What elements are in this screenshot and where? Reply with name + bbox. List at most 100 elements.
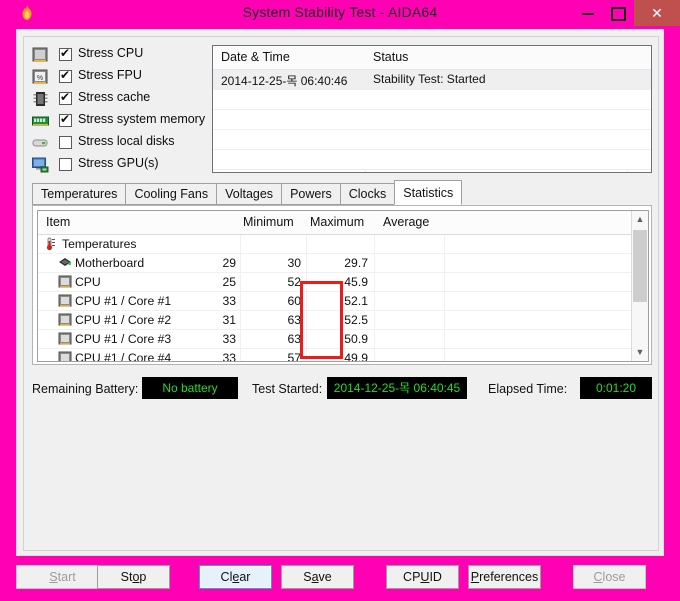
cpu-chip-icon	[58, 294, 73, 308]
stress-system-memory-checkbox[interactable]	[59, 112, 72, 127]
cache-chip-icon	[32, 91, 49, 107]
column-header-minimum[interactable]: Minimum	[243, 215, 294, 229]
button-bar: Start Stop Clear Save CPUID Preferences …	[0, 558, 680, 601]
table-cell-maximum: 52	[287, 275, 301, 289]
tab-cooling-fans[interactable]: Cooling Fans	[125, 183, 218, 205]
tab-temperatures[interactable]: Temperatures	[32, 183, 127, 205]
column-header-average[interactable]: Average	[383, 215, 429, 229]
stress-option-cpu[interactable]: Stress CPU	[32, 45, 207, 66]
table-cell-maximum: 63	[287, 332, 301, 346]
stress-option-cache[interactable]: Stress cache	[32, 89, 207, 110]
table-cell-item: Motherboard	[75, 256, 145, 270]
log-row-empty	[213, 130, 651, 150]
elapsed-time-value: 0:01:20	[580, 377, 652, 399]
table-cell-average: 52.1	[344, 294, 368, 308]
log-row[interactable]: 2014-12-25-목 06:40:46 Stability Test: St…	[213, 70, 651, 90]
stress-gpu-checkbox[interactable]	[59, 158, 72, 171]
table-cell-item: CPU #1 / Core #1	[75, 294, 172, 308]
clear-button[interactable]: Clear	[199, 565, 272, 589]
cpuid-button-label: ID	[429, 570, 442, 584]
log-header-status: Status	[373, 50, 409, 64]
gpu-monitor-icon	[32, 157, 49, 173]
close-window-button[interactable]: ✕	[634, 0, 680, 26]
cpu-chip-icon	[58, 313, 73, 327]
aida64-stability-test-window: System Stability Test - AIDA64 ✕ Stress …	[0, 0, 680, 601]
tab-statistics[interactable]: Statistics	[394, 180, 463, 205]
stress-local-disks-checkbox[interactable]	[59, 136, 72, 149]
close-dialog-button-accel: C	[593, 570, 603, 584]
remaining-battery-value: No battery	[142, 377, 238, 399]
table-cell-minimum: 31	[222, 313, 236, 327]
fpu-chip-icon: %	[32, 69, 49, 85]
hard-disk-icon	[32, 135, 49, 151]
table-cell-minimum: 33	[222, 294, 236, 308]
statistics-panel: Item Minimum Maximum Average Temperature…	[32, 205, 652, 365]
stress-fpu-checkbox[interactable]	[59, 68, 72, 83]
test-started-value: 2014-12-25-목 06:40:45	[327, 377, 467, 399]
save-button[interactable]: Save	[281, 565, 354, 589]
table-cell-average: 45.9	[344, 275, 368, 289]
table-cell-minimum: 33	[222, 332, 236, 346]
cpu-chip-icon	[32, 47, 49, 63]
stress-cpu-checkbox[interactable]	[59, 46, 72, 61]
table-cell-maximum: 60	[287, 294, 301, 308]
table-row[interactable]: CPU #1 / Core #2 31 63 52.5	[38, 311, 648, 330]
stress-option-system-memory[interactable]: Stress system memory	[32, 111, 207, 132]
save-button-accel: a	[311, 570, 319, 584]
table-cell-minimum: 33	[222, 351, 236, 362]
scrollbar-thumb[interactable]	[633, 230, 647, 302]
table-row[interactable]: CPU 25 52 45.9	[38, 273, 648, 292]
log-cell-datetime: 2014-12-25-목 06:40:46	[221, 74, 348, 88]
start-button[interactable]: Start	[16, 565, 109, 589]
event-log-grid[interactable]: Date & Time Status 2014-12-25-목 06:40:46…	[212, 45, 652, 173]
stress-option-fpu[interactable]: % Stress FPU	[32, 67, 207, 88]
log-row-empty	[213, 110, 651, 130]
tab-voltages[interactable]: Voltages	[216, 183, 283, 205]
stress-cache-checkbox[interactable]	[59, 90, 72, 105]
statistics-header-row: Item Minimum Maximum Average	[38, 211, 648, 235]
table-cell-maximum: 57	[287, 351, 301, 362]
stress-gpu-label: Stress GPU(s)	[78, 156, 159, 170]
test-started-label: Test Started:	[252, 382, 323, 396]
preferences-button[interactable]: Preferences	[468, 565, 541, 589]
column-header-maximum[interactable]: Maximum	[310, 215, 364, 229]
stop-button[interactable]: Stop	[97, 565, 170, 589]
table-row[interactable]: Temperatures	[38, 235, 648, 254]
tab-powers[interactable]: Powers	[281, 183, 341, 205]
table-row[interactable]: Motherboard 29 30 29.7	[38, 254, 648, 273]
scroll-down-button[interactable]: ▼	[632, 344, 648, 361]
cpu-chip-icon	[58, 332, 73, 346]
table-cell-minimum: 29	[222, 256, 236, 270]
cpuid-button[interactable]: CPUID	[386, 565, 459, 589]
table-row[interactable]: CPU #1 / Core #1 33 60 52.1	[38, 292, 648, 311]
thermometer-icon	[44, 237, 59, 251]
table-cell-item: CPU #1 / Core #3	[75, 332, 172, 346]
tab-clocks[interactable]: Clocks	[339, 183, 396, 205]
memory-module-icon	[32, 113, 49, 129]
start-button-accel: S	[49, 570, 58, 584]
statistics-table: Item Minimum Maximum Average Temperature…	[37, 210, 649, 362]
close-dialog-button[interactable]: Close	[573, 565, 646, 589]
motherboard-icon	[58, 256, 73, 270]
stress-fpu-label: Stress FPU	[78, 68, 142, 82]
content-frame: Stress CPU % Stress FPU Stress cache	[23, 36, 659, 551]
save-button-prefix: S	[303, 570, 312, 584]
stress-option-local-disks[interactable]: Stress local disks	[32, 133, 207, 154]
table-cell-average: 29.7	[344, 256, 368, 270]
log-header-row: Date & Time Status	[213, 46, 651, 70]
tab-strip: Temperatures Cooling Fans Voltages Power…	[32, 180, 652, 206]
table-row[interactable]: CPU #1 / Core #3 33 63 50.9	[38, 330, 648, 349]
preferences-button-label: references	[479, 570, 539, 584]
remaining-battery-label: Remaining Battery:	[32, 382, 139, 396]
table-row[interactable]: CPU #1 / Core #4 33 57 49.9	[38, 349, 648, 362]
scroll-up-button[interactable]: ▲	[632, 211, 648, 228]
stress-option-gpu[interactable]: Stress GPU(s)	[32, 155, 207, 176]
close-dialog-button-label: lose	[602, 570, 626, 584]
svg-text:%: %	[37, 75, 43, 82]
column-header-item[interactable]: Item	[46, 215, 70, 229]
maximize-button[interactable]	[603, 0, 634, 26]
minimize-button[interactable]	[572, 0, 603, 26]
table-cell-average: 49.9	[344, 351, 368, 362]
vertical-scrollbar[interactable]: ▲ ▼	[631, 211, 648, 361]
stress-system-memory-label: Stress system memory	[78, 112, 206, 126]
